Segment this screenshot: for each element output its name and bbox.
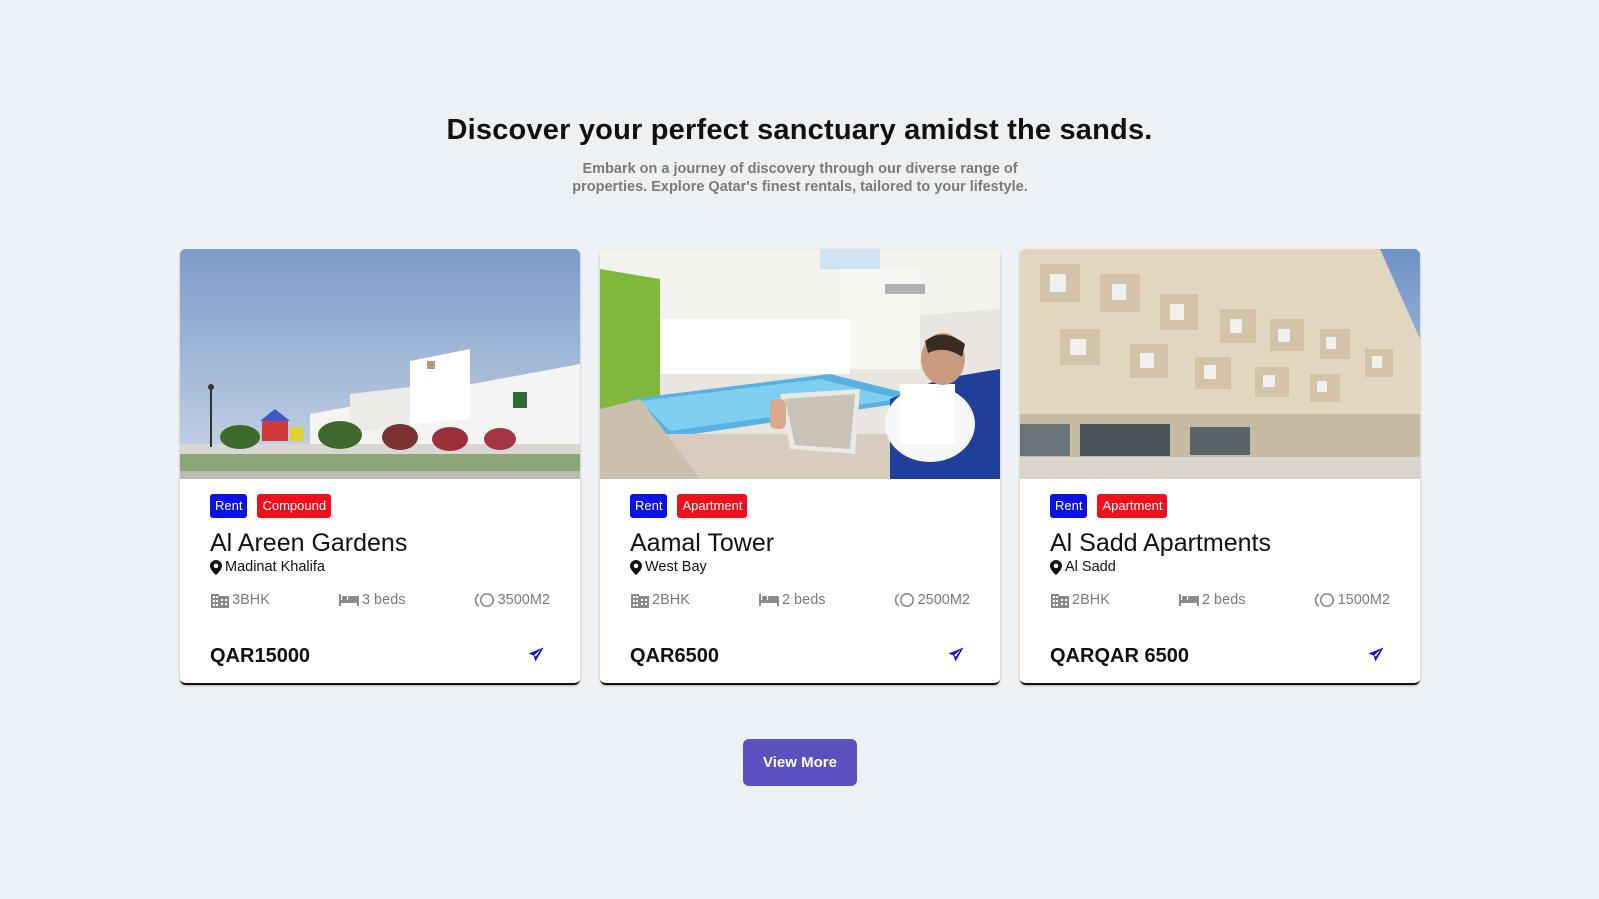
property-photo[interactable] (600, 249, 1000, 479)
location-label: Madinat Khalifa (225, 559, 325, 575)
map-pin-icon (630, 559, 642, 575)
tag-property-type: Apartment (677, 494, 748, 518)
feature-bhk: 2BHK (1050, 591, 1110, 609)
section-subtitle: Embark on a journey of discovery through… (572, 161, 1028, 195)
send-icon[interactable] (1368, 647, 1384, 668)
property-photo[interactable] (1020, 249, 1420, 479)
tag-rent: Rent (630, 494, 668, 518)
property-location: Madinat Khalifa (210, 559, 325, 575)
building-icon (630, 591, 650, 609)
feature-area-label: 1500M2 (1337, 592, 1390, 608)
location-label: Al Sadd (1065, 559, 1116, 575)
map-pin-icon (210, 559, 222, 575)
property-features: 2BHK 2 beds 1500M2 (1050, 591, 1390, 609)
property-cards: Rent Compound Al Areen Gardens Madinat K… (180, 249, 1420, 685)
property-location: West Bay (630, 559, 707, 575)
feature-bhk-label: 2BHK (1072, 592, 1110, 608)
feature-beds-label: 2 beds (781, 592, 826, 608)
feature-area: 2500M2 (894, 592, 970, 608)
feature-bhk: 3BHK (210, 591, 270, 609)
feature-beds-label: 3 beds (361, 592, 406, 608)
property-location: Al Sadd (1050, 559, 1116, 575)
feature-area-label: 2500M2 (917, 592, 970, 608)
property-title[interactable]: Al Areen Gardens (210, 529, 407, 558)
area-icon (474, 592, 496, 608)
feature-beds: 2 beds (1178, 592, 1246, 608)
building-icon (1050, 591, 1070, 609)
area-icon (1314, 592, 1336, 608)
feature-bhk-label: 3BHK (232, 592, 270, 608)
view-more-button[interactable]: View More (743, 739, 857, 786)
send-icon[interactable] (948, 647, 964, 668)
property-card-aamal-tower[interactable]: Rent Apartment Aamal Tower West Bay 2BHK… (600, 249, 1000, 685)
property-title[interactable]: Al Sadd Apartments (1050, 529, 1271, 558)
feature-bhk-label: 2BHK (652, 592, 690, 608)
feature-bhk: 2BHK (630, 591, 690, 609)
feature-area: 3500M2 (474, 592, 550, 608)
feature-beds: 3 beds (338, 592, 406, 608)
properties-section: Discover your perfect sanctuary amidst t… (0, 0, 1599, 899)
property-title[interactable]: Aamal Tower (630, 529, 774, 558)
feature-area: 1500M2 (1314, 592, 1390, 608)
property-price: QAR15000 (210, 645, 311, 667)
bed-icon (1178, 593, 1200, 607)
section-title: Discover your perfect sanctuary amidst t… (446, 114, 1153, 146)
area-icon (894, 592, 916, 608)
map-pin-icon (1050, 559, 1062, 575)
property-features: 3BHK 3 beds 3500M2 (210, 591, 550, 609)
property-card-al-sadd-apartments[interactable]: Rent Apartment Al Sadd Apartments Al Sad… (1020, 249, 1420, 685)
building-icon (210, 591, 230, 609)
property-features: 2BHK 2 beds 2500M2 (630, 591, 970, 609)
feature-beds-label: 2 beds (1201, 592, 1246, 608)
tag-property-type: Apartment (1097, 494, 1168, 518)
property-price: QAR6500 (630, 645, 719, 667)
tag-property-type: Compound (257, 494, 332, 518)
send-icon[interactable] (528, 647, 544, 668)
bed-icon (758, 593, 780, 607)
property-photo[interactable] (180, 249, 580, 479)
tag-rent: Rent (1050, 494, 1088, 518)
feature-beds: 2 beds (758, 592, 826, 608)
bed-icon (338, 593, 360, 607)
property-card-al-areen-gardens[interactable]: Rent Compound Al Areen Gardens Madinat K… (180, 249, 580, 685)
location-label: West Bay (645, 559, 707, 575)
property-price: QARQAR 6500 (1050, 645, 1189, 667)
feature-area-label: 3500M2 (497, 592, 550, 608)
tag-rent: Rent (210, 494, 248, 518)
